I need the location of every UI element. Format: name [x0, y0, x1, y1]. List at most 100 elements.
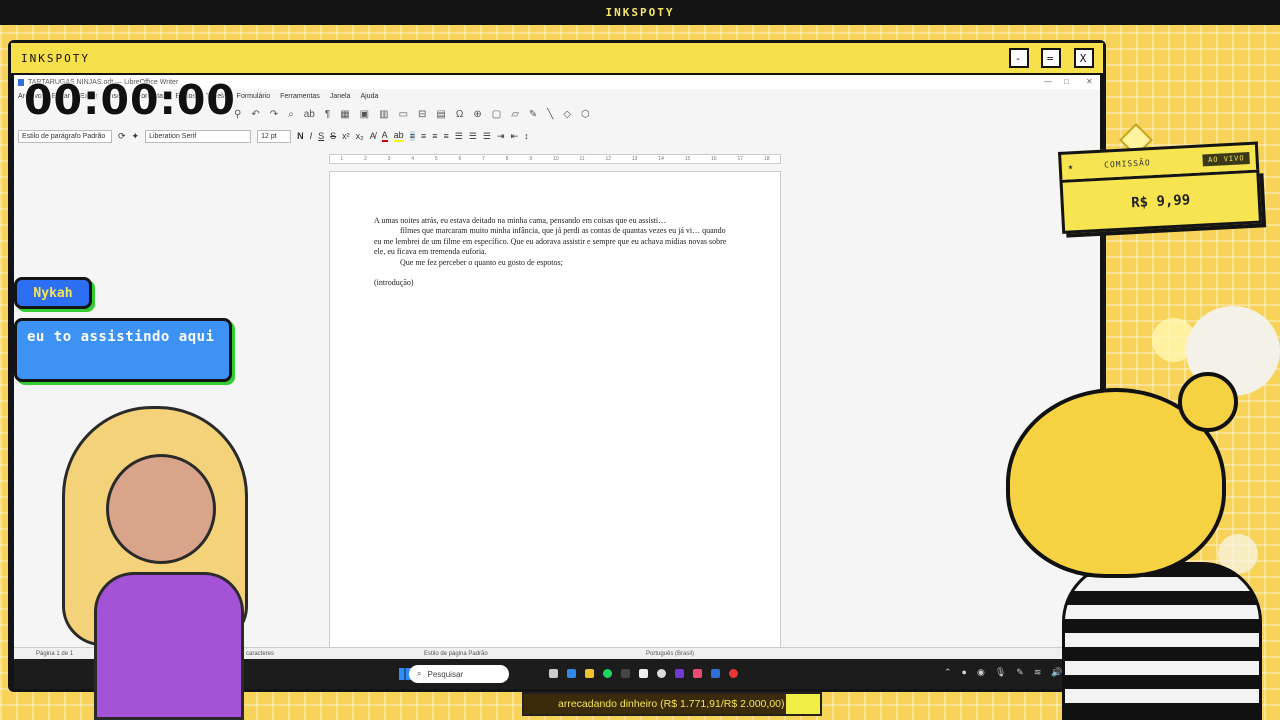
bold-icon[interactable]: N	[297, 131, 304, 141]
find-icon[interactable]: ⌕	[288, 109, 294, 120]
track-changes-icon[interactable]: ✎	[529, 109, 537, 120]
outdent-icon[interactable]: ⇤	[511, 131, 519, 142]
stream-title: INKSPOTY	[605, 6, 675, 19]
chevron-up-icon[interactable]: ⌃	[944, 667, 952, 678]
obs-icon[interactable]	[675, 669, 684, 678]
writer-taskbar-icon[interactable]	[711, 669, 720, 678]
comment-icon[interactable]: ▱	[511, 109, 519, 120]
doc-paragraph: (introdução)	[374, 278, 414, 288]
justify-icon[interactable]: ≡	[443, 131, 448, 141]
file-explorer-icon[interactable]	[585, 669, 594, 678]
doc-paragraph: filmes que marcaram muito minha infância…	[374, 226, 727, 257]
avatar-bun	[1178, 372, 1238, 432]
menu-item-janela[interactable]: Janela	[330, 93, 351, 100]
tray-app-icon[interactable]: ●	[962, 667, 967, 678]
search-placeholder: Pesquisar	[427, 669, 464, 679]
spotify-icon[interactable]	[603, 669, 612, 678]
frame-title: INKSPOTY	[21, 51, 90, 65]
right-avatar	[992, 372, 1280, 720]
align-center-icon[interactable]: ≡	[421, 131, 426, 141]
bullet-list-icon[interactable]: ☰	[455, 131, 463, 142]
ruler: 1 2 3 4 5 6 7 8 9 10 11 12 13 14 15 16 17 18	[329, 154, 781, 164]
left-avatar	[44, 392, 260, 720]
chat-message: eu to assistindo aqui	[14, 318, 232, 382]
line-icon[interactable]: ╲	[547, 109, 553, 120]
page-break-icon[interactable]: ⊟	[418, 109, 426, 120]
commission-body: R$ 9,99	[1059, 169, 1263, 234]
outline-icon[interactable]: ☰	[483, 131, 491, 142]
capcut-icon[interactable]	[621, 669, 630, 678]
special-char-icon[interactable]: Ω	[456, 109, 463, 120]
minimize-button[interactable]: -	[1009, 48, 1029, 68]
indent-icon[interactable]: ⇥	[497, 131, 505, 142]
menu-item-formulario[interactable]: Formulário	[237, 93, 270, 100]
underline-icon[interactable]: S	[318, 131, 324, 141]
writer-maximize-icon[interactable]: □	[1064, 77, 1069, 86]
stream-timer: 00:00:00	[24, 76, 236, 124]
line-spacing-icon[interactable]: ↕	[524, 131, 529, 141]
chart-icon[interactable]: ▥	[379, 109, 388, 120]
font-color-icon[interactable]: A	[381, 130, 388, 142]
donation-goal-bar: arrecadando dinheiro (R$ 1.771,91/R$ 2.0…	[522, 692, 822, 716]
live-badge: AO VIVO	[1202, 151, 1250, 167]
field-icon[interactable]: ▤	[436, 109, 445, 120]
document-page[interactable]: A umas noites atrás, eu estava deitado n…	[329, 171, 781, 659]
frame-title-bar: INKSPOTY - = X	[11, 43, 1103, 73]
avatar-body	[1062, 562, 1262, 720]
avatar-face	[106, 454, 216, 564]
italic-icon[interactable]: I	[310, 131, 313, 141]
menu-item-ferramentas[interactable]: Ferramentas	[280, 93, 320, 100]
commission-price: R$ 9,99	[1130, 192, 1191, 212]
commission-card: ★ COMISSÃO AO VIVO R$ 9,99	[1058, 141, 1263, 234]
edge-icon[interactable]	[567, 669, 576, 678]
footnote-icon[interactable]: ▢	[492, 109, 501, 120]
undo-icon[interactable]: ↶	[251, 109, 259, 120]
search-icon: ⌕	[417, 669, 422, 678]
strikethrough-icon[interactable]: S	[330, 131, 336, 141]
redo-icon[interactable]: ↷	[270, 109, 278, 120]
draw-icon[interactable]: ⬡	[581, 109, 590, 120]
superscript-icon[interactable]: x²	[342, 131, 350, 141]
status-page-style: Estilo de página Padrão	[424, 650, 488, 657]
clear-format-icon[interactable]: A̸	[370, 131, 376, 141]
numbered-list-icon[interactable]: ☰	[469, 131, 477, 142]
avatar-body	[94, 572, 244, 720]
font-name-select[interactable]: Liberation Serif	[145, 129, 252, 143]
new-style-icon[interactable]: ✦	[132, 131, 140, 142]
writer-minimize-icon[interactable]: —	[1044, 77, 1052, 86]
spellcheck-icon[interactable]: ab	[304, 109, 315, 120]
image-icon[interactable]: ▣	[360, 109, 369, 120]
record-icon[interactable]	[729, 669, 738, 678]
close-button[interactable]: X	[1074, 48, 1094, 68]
hyperlink-icon[interactable]: ⊕	[473, 109, 481, 120]
notepad-icon[interactable]	[639, 669, 648, 678]
highlight-icon[interactable]: ab	[393, 130, 404, 142]
task-view-icon[interactable]	[549, 669, 558, 678]
formatting-marks-icon[interactable]: ¶	[325, 109, 330, 120]
doc-paragraph: Que me fez perceber o quanto eu gosto de…	[400, 257, 563, 267]
subscript-icon[interactable]: x₂	[356, 131, 364, 141]
shapes-icon[interactable]: ◇	[563, 109, 571, 120]
goal-progress-remaining	[786, 694, 820, 714]
maximize-button[interactable]: =	[1041, 48, 1061, 68]
taskbar-search[interactable]: ⌕ Pesquisar	[409, 665, 509, 683]
star-icon: ★	[1067, 161, 1075, 173]
goal-text: arrecadando dinheiro (R$ 1.771,91/R$ 2.0…	[558, 698, 785, 710]
tray-app-icon[interactable]: ◉	[977, 667, 985, 678]
paragraph-style-select[interactable]: Estilo de parágrafo Padrão	[18, 129, 112, 143]
writer-close-icon[interactable]: ✕	[1086, 77, 1093, 86]
align-left-icon[interactable]: ≡	[409, 131, 415, 141]
chat-username: Nykah	[14, 277, 92, 309]
update-style-icon[interactable]: ⟳	[118, 131, 126, 142]
textbox-icon[interactable]: ▭	[399, 109, 408, 120]
font-size-select[interactable]: 12 pt	[257, 129, 292, 143]
table-icon[interactable]: ▦	[340, 109, 349, 120]
commission-label: COMISSÃO	[1103, 158, 1151, 170]
chrome-icon[interactable]	[657, 669, 666, 678]
stream-top-bar: INKSPOTY	[0, 0, 1280, 25]
align-right-icon[interactable]: ≡	[432, 131, 437, 141]
photos-icon[interactable]	[693, 669, 702, 678]
menu-item-ajuda[interactable]: Ajuda	[360, 93, 378, 100]
doc-paragraph: A umas noites atrás, eu estava deitado n…	[374, 216, 667, 225]
formatting-toolbar: Estilo de parágrafo Padrão ⟳ ✦ Liberatio…	[14, 125, 1100, 147]
